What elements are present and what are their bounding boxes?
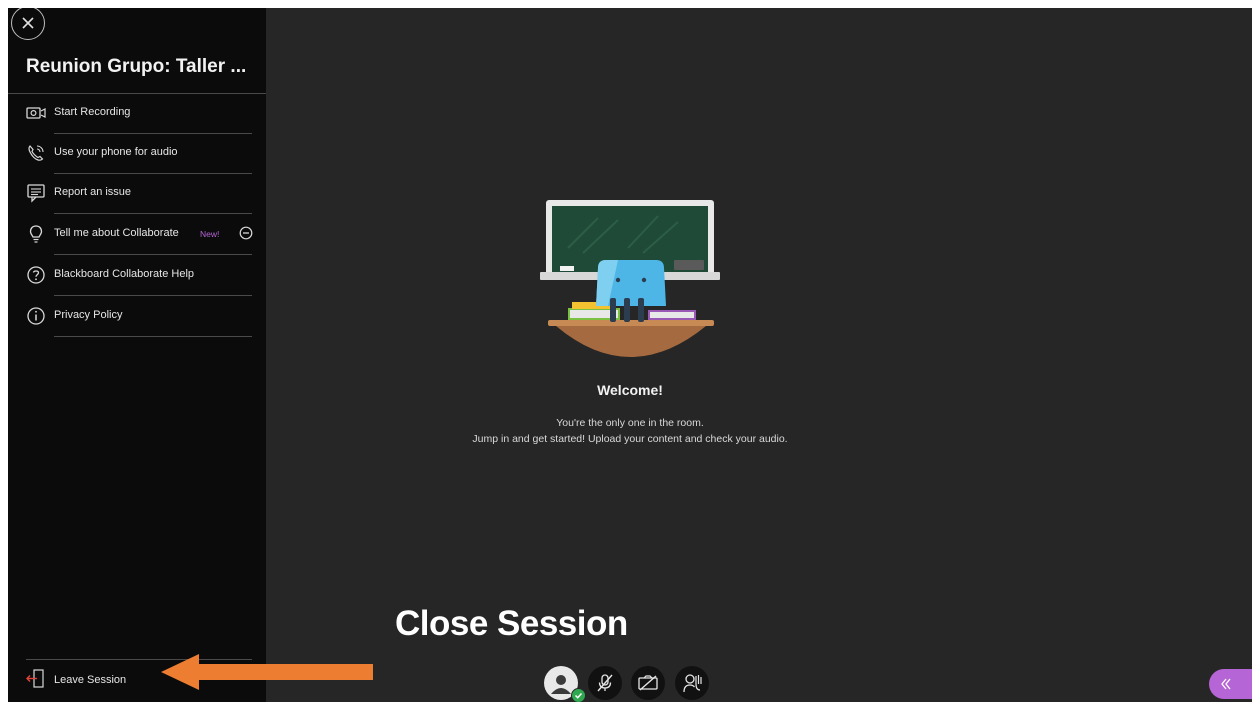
close-icon [22,17,34,29]
new-badge: New! [200,229,220,239]
menu-item-phone-audio[interactable]: Use your phone for audio [8,134,266,174]
empty-room-illustration [540,200,720,357]
report-issue-icon [25,182,47,204]
session-title: Reunion Grupo: Taller ... [26,56,247,77]
camera-toggle-button[interactable] [631,666,665,700]
menu-item-label: Use your phone for audio [54,146,178,158]
status-check-icon [571,688,586,702]
welcome-title: Welcome! [597,382,663,398]
microphone-off-icon [597,674,613,692]
menu-divider [54,254,252,255]
microphone-toggle-button[interactable] [588,666,622,700]
leave-session-icon [25,667,47,691]
camera-off-icon [638,675,658,691]
orange-arrow-icon [161,654,373,690]
menu-divider [54,336,252,337]
close-menu-button[interactable] [11,8,45,40]
menu-item-label: Start Recording [54,106,131,118]
menu-item-help[interactable]: Blackboard Collaborate Help [8,256,266,296]
double-chevron-left-icon [1221,678,1231,690]
menu-item-privacy-policy[interactable]: Privacy Policy [8,297,266,337]
menu-item-report-issue[interactable]: Report an issue [8,174,266,214]
menu-item-about-collaborate[interactable]: Tell me about Collaborate New! [8,215,266,255]
lightbulb-icon [25,223,47,245]
menu-item-label: Privacy Policy [54,309,123,321]
menu-item-label: Report an issue [54,186,132,198]
collapse-icon[interactable] [237,224,255,242]
raise-hand-icon [683,674,702,693]
menu-divider [54,213,252,214]
collaborate-window: Reunion Grupo: Taller ... Start Recordin… [8,8,1252,702]
welcome-message-line-1: You're the only one in the room. [556,417,704,429]
welcome-message-line-2: Jump in and get started! Upload your con… [472,433,788,445]
menu-item-label: Tell me about Collaborate [54,227,179,239]
info-icon [25,305,47,327]
phone-audio-icon [25,142,47,164]
menu-item-label: Blackboard Collaborate Help [54,268,195,280]
avatar-icon [551,675,571,694]
menu-divider [54,295,252,296]
menu-item-start-recording[interactable]: Start Recording [8,94,266,134]
leave-session-label: Leave Session [54,674,127,686]
camera-record-icon [25,102,47,124]
help-icon [25,264,47,286]
open-collaborate-panel-button[interactable] [1209,669,1252,699]
close-session-annotation: Close Session [395,604,628,643]
session-menu-panel: Reunion Grupo: Taller ... Start Recordin… [8,8,266,702]
raise-hand-button[interactable] [675,666,709,700]
